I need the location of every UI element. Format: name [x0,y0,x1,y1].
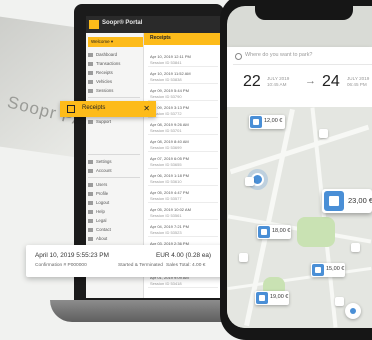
map-road [227,266,372,291]
scale-icon [88,218,93,223]
transaction-type: Sales Total: 4.00 € [166,263,206,268]
parking-icon [324,191,344,211]
phone-frame: Where do you want to park? 22 JULY 2019 1… [220,0,372,340]
list-item[interactable]: Apr 09, 2019 5:44 PM Session ID 53790 [148,87,218,101]
parking-icon [312,264,324,276]
sidebar-divider [88,97,140,98]
receipts-popup[interactable]: Receipts ✕ [60,101,156,117]
sidebar-item-sessions[interactable]: Sessions [88,87,140,95]
receipt-icon [88,70,93,75]
list-header: Receipts [144,33,221,45]
list-item[interactable]: Apr 10, 2019 12:11 PM Session ID 53841 [148,53,218,67]
list-header-label: Receipts [150,35,171,41]
sidebar-divider [88,177,140,178]
transaction-status: Started & Terminated [118,263,163,268]
user-icon [88,168,93,173]
sidebar-item-support[interactable]: Support [88,118,140,126]
transaction-card[interactable]: April 10, 2019 5:55:23 PM EUR 4.00 (0.28… [26,245,228,277]
users-icon [88,182,93,187]
car-icon [88,79,93,84]
crosshair-icon [350,308,356,314]
list-item[interactable]: Apr 05, 2019 10:02 AM Session ID 53561 [148,206,218,220]
divider [233,64,372,65]
clock-icon [88,88,93,93]
sidebar-item-receipts[interactable]: Receipts [88,69,140,77]
dashboard-icon [88,52,93,57]
phone-screen: Where do you want to park? 22 JULY 2019 1… [227,6,372,328]
parking-icon [250,116,262,128]
list-item[interactable]: Apr 08, 2019 9:26 AM Session ID 53701 [148,121,218,135]
map[interactable]: 12,00 € 23,00 € 18,00 € 15,00 € 19,00 € [227,107,372,328]
search-input[interactable]: Where do you want to park? [245,52,312,58]
transaction-date: April 10, 2019 5:55:23 PM [35,252,109,259]
parking-pin-selected[interactable]: 23,00 € [322,189,372,213]
phone-notch [255,6,353,20]
parking-search-card: Where do you want to park? 22 JULY 2019 1… [227,47,372,107]
list-item[interactable]: Apr 04, 2019 7:21 PM Session ID 53523 [148,223,218,237]
parking-pin[interactable]: 12,00 € [249,115,285,129]
search-icon [235,53,242,60]
logout-icon [88,200,93,205]
pin-price: 12,00 € [264,118,283,124]
list-item[interactable]: Apr 05, 2019 4:47 PM Session ID 53577 [148,189,218,203]
sidebar-item-dashboard[interactable]: Dashboard [88,51,140,59]
question-icon [88,209,93,214]
pin-price: 15,00 € [326,266,345,272]
pin-price: 19,00 € [270,294,289,300]
list-icon [88,61,93,66]
end-date-detail: JULY 2019 06:45 PM [347,76,370,87]
start-date-detail: JULY 2019 10:45 AM [267,76,290,87]
sidebar-item-logout[interactable]: Logout [88,199,140,207]
mail-icon [88,227,93,232]
parking-icon [258,226,270,238]
end-day[interactable]: 24 [322,73,340,91]
transaction-ref: Confirmation # P000000 [35,263,87,268]
sidebar-divider [88,154,140,155]
locate-me-button[interactable] [345,303,361,319]
list-item[interactable]: Apr 08, 2019 8:40 AM Session ID 53699 [148,138,218,152]
welcome-dropdown[interactable]: Welcome ▾ [88,37,143,47]
help-icon [88,119,93,124]
info-icon [88,236,93,241]
transaction-amount: EUR 4.00 (0.28 ea) [156,252,212,259]
receipts-popup-label: Receipts [82,105,106,111]
parking-dot-icon[interactable] [245,177,254,186]
parking-pin[interactable]: 19,00 € [255,291,289,305]
parking-pin[interactable]: 15,00 € [311,263,345,277]
app-header: Soopr® Portal [86,16,221,33]
map-road [229,124,370,175]
start-day[interactable]: 22 [243,73,261,91]
map-park [297,217,335,247]
close-icon[interactable]: ✕ [143,104,150,113]
sidebar-item-help[interactable]: Help [88,208,140,216]
parking-dot-icon[interactable] [239,253,248,262]
sidebar-item-users[interactable]: Users [88,181,140,189]
parking-dot-icon[interactable] [335,297,344,306]
parking-dot-icon[interactable] [319,129,328,138]
logo-icon [89,20,99,29]
parking-dot-icon[interactable] [351,243,360,252]
profile-icon [88,191,93,196]
arrow-right-icon: → [305,75,316,87]
pin-price: 18,00 € [272,228,291,234]
list-item[interactable]: Apr 09, 2019 3:13 PM Session ID 53772 [148,104,218,118]
sidebar-item-transactions[interactable]: Transactions [88,60,140,68]
receipt-icon [67,105,75,113]
gear-icon [88,159,93,164]
sidebar-item-account[interactable]: Account [88,167,140,175]
app-title: Soopr® Portal [102,20,143,26]
pin-price: 23,00 € [348,196,372,205]
parking-pin[interactable]: 18,00 € [257,225,291,239]
sidebar-item-legal[interactable]: Legal [88,217,140,225]
list-item[interactable]: Apr 06, 2019 1:18 PM Session ID 53610 [148,172,218,186]
parking-icon [256,292,268,304]
sidebar-item-about[interactable]: About [88,235,140,243]
list-item[interactable]: Apr 07, 2019 6:05 PM Session ID 53655 [148,155,218,169]
list-item[interactable]: Apr 10, 2019 11:52 AM Session ID 53838 [148,70,218,84]
sidebar-item-contact[interactable]: Contact [88,226,140,234]
sidebar-item-vehicles[interactable]: Vehicles [88,78,140,86]
sidebar-item-profile[interactable]: Profile [88,190,140,198]
sidebar-item-settings[interactable]: Settings [88,158,140,166]
